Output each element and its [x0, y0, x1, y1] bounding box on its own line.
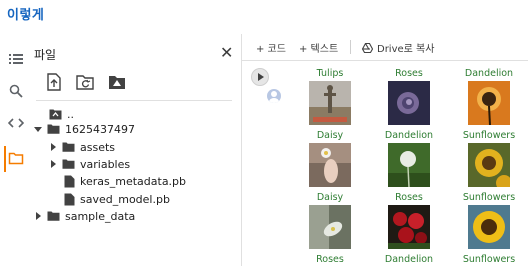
chevron-down-icon[interactable]	[33, 124, 43, 134]
tree-item-label: 1625437497	[65, 122, 135, 136]
output-tile: Roses	[369, 192, 449, 249]
files-panel: 파일 ✕ .. 1625437497 assets variables kera…	[30, 34, 241, 266]
folder-icon	[47, 124, 60, 134]
tile-label: Roses	[316, 254, 344, 265]
tile-label: Roses	[395, 68, 423, 79]
avatar	[267, 89, 281, 103]
tree-item-keras-metadata[interactable]: keras_metadata.pb	[64, 172, 186, 190]
file-icon	[64, 175, 75, 187]
tile-label: Dandelion	[464, 68, 514, 79]
tree-item-label: variables	[80, 157, 131, 171]
tree-item-assets[interactable]: assets	[48, 138, 115, 156]
tile-label: Tulips	[316, 68, 344, 79]
tree-item-label: sample_data	[65, 209, 136, 223]
folder-icon	[62, 142, 75, 152]
copy-to-drive-label: Drive로 복사	[377, 44, 435, 55]
tile-label: Sunflowers	[462, 254, 516, 265]
tree-item-saved-model[interactable]: saved_model.pb	[64, 190, 170, 208]
tile-label: Roses	[395, 192, 423, 203]
chevron-right-icon[interactable]	[48, 159, 58, 169]
tile-label: Daisy	[316, 192, 344, 203]
tile-label: Dandelion	[384, 130, 434, 141]
tree-item-label: assets	[80, 140, 116, 154]
sunflower-photo	[468, 205, 510, 249]
rose-photo	[388, 205, 430, 249]
tree-item-variables[interactable]: variables	[48, 155, 130, 173]
notebook-title[interactable]: 이렇게	[7, 4, 44, 23]
tulips-photo	[309, 81, 351, 125]
tile-label: Dandelion	[384, 254, 434, 265]
tile-label: Sunflowers	[462, 192, 516, 203]
toolbar-separator	[350, 40, 351, 54]
output-image-grid: Tulips Roses Dandelion Daisy Dandelion S…	[290, 68, 528, 266]
output-tile: Tulips	[290, 68, 370, 125]
tree-item-1625437497[interactable]: 1625437497	[33, 120, 135, 138]
parent-folder-icon	[49, 109, 62, 120]
panel-title: 파일	[34, 48, 57, 62]
dandelion-photo	[468, 81, 510, 125]
panel-toolbar	[44, 72, 224, 96]
notebook-toolbar: + 코드 + 텍스트 Drive로 복사	[242, 34, 528, 60]
copy-to-drive-button[interactable]: Drive로 복사	[362, 40, 434, 55]
file-icon	[64, 193, 75, 205]
tile-label: Sunflowers	[462, 130, 516, 141]
output-tile: Roses	[369, 68, 449, 125]
close-icon[interactable]: ✕	[220, 45, 233, 61]
search-icon[interactable]	[8, 83, 24, 99]
output-tile: Sunflowers	[449, 192, 528, 249]
drive-icon	[362, 42, 373, 53]
panel-separator	[36, 100, 232, 101]
dandelion-photo	[388, 143, 430, 187]
notebook-content: + 코드 + 텍스트 Drive로 복사 Tulips Roses Dandel…	[242, 34, 528, 266]
output-tile: Dandelion	[369, 254, 449, 266]
top-bar: 이렇게	[0, 0, 528, 34]
output-tile: Dandelion	[449, 68, 528, 125]
chevron-right-icon[interactable]	[33, 211, 43, 221]
toolbar-separator-line	[242, 60, 528, 61]
folder-icon	[62, 159, 75, 169]
output-tile: Dandelion	[369, 130, 449, 187]
run-cell-button[interactable]	[251, 68, 269, 86]
upload-file-icon[interactable]	[44, 72, 64, 92]
tile-label: Daisy	[316, 130, 344, 141]
folder-icon[interactable]	[8, 150, 24, 166]
add-text-button[interactable]: + 텍스트	[299, 40, 338, 55]
add-code-button[interactable]: + 코드	[256, 40, 286, 55]
output-tile: Sunflowers	[449, 254, 528, 266]
tree-item-label: ..	[67, 107, 74, 121]
active-tab-indicator	[4, 146, 6, 172]
chevron-right-icon[interactable]	[48, 142, 58, 152]
rose-photo	[388, 81, 430, 125]
code-snippets-icon[interactable]	[8, 115, 24, 131]
daisy-photo	[309, 143, 351, 187]
folder-icon	[47, 211, 60, 221]
output-tile: Daisy	[290, 192, 370, 249]
refresh-folder-icon[interactable]	[75, 72, 95, 92]
left-rail	[0, 34, 30, 266]
output-tile: Sunflowers	[449, 130, 528, 187]
output-tile: Roses	[290, 254, 370, 266]
mount-drive-icon[interactable]	[107, 72, 127, 92]
sunflower-photo	[468, 143, 510, 187]
daisy-photo	[309, 205, 351, 249]
tree-item-label: keras_metadata.pb	[80, 174, 187, 188]
tree-item-label: saved_model.pb	[80, 192, 170, 206]
output-tile: Daisy	[290, 130, 370, 187]
tree-item-sample-data[interactable]: sample_data	[33, 207, 135, 225]
table-of-contents-icon[interactable]	[8, 51, 24, 67]
